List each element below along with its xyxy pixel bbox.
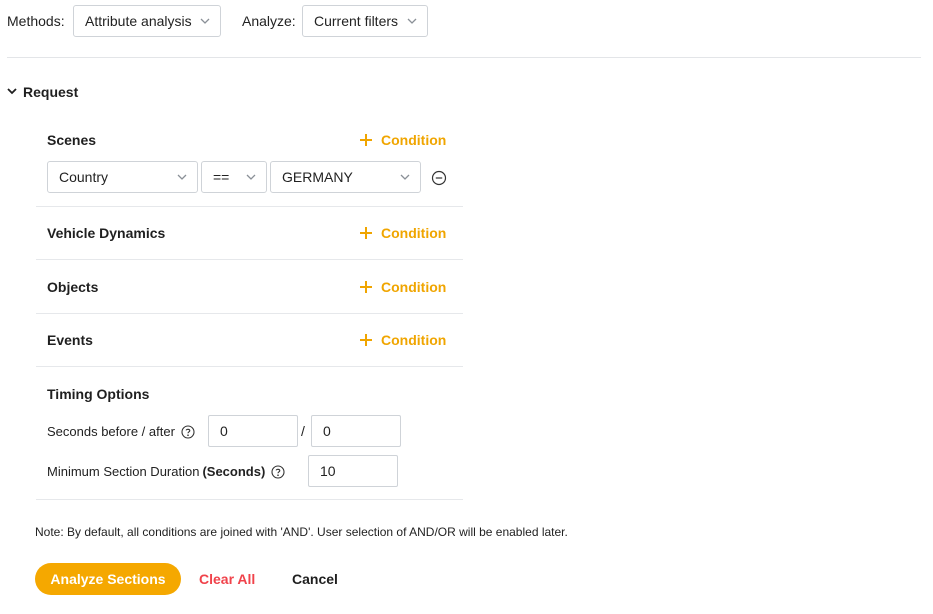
conditions-note: Note: By default, all conditions are joi…: [35, 525, 568, 539]
cancel-button[interactable]: Cancel: [292, 571, 338, 587]
condition-attribute-value: Country: [59, 169, 109, 185]
timing-options-title: Timing Options: [47, 386, 150, 402]
chevron-down-icon: [6, 84, 18, 100]
condition-operator-select[interactable]: ==: [201, 161, 267, 193]
chevron-down-icon: [245, 171, 257, 183]
help-circle-icon[interactable]: [271, 464, 285, 479]
plus-icon: [359, 133, 373, 147]
condition-value-value: GERMANY: [282, 169, 353, 185]
condition-attribute-select[interactable]: Country: [47, 161, 198, 193]
section-divider: [36, 313, 463, 314]
seconds-separator: /: [301, 423, 305, 439]
chevron-down-icon: [176, 171, 188, 183]
plus-icon: [359, 280, 373, 294]
clear-all-button[interactable]: Clear All: [199, 571, 255, 587]
analyze-select-value: Current filters: [314, 13, 399, 29]
methods-select[interactable]: Attribute analysis: [73, 5, 221, 37]
add-condition-label: Condition: [381, 132, 447, 148]
add-condition-label: Condition: [381, 225, 447, 241]
seconds-label-text: Seconds before / after: [47, 424, 175, 439]
section-divider: [36, 366, 463, 367]
min-duration-label: Minimum Section Duration (Seconds): [47, 464, 285, 479]
add-condition-vehicle-dynamics[interactable]: Condition: [359, 225, 446, 241]
seconds-before-input[interactable]: [208, 415, 298, 447]
request-toggle[interactable]: Request: [6, 82, 78, 102]
help-circle-icon[interactable]: [181, 424, 195, 439]
section-title-events: Events: [47, 332, 93, 348]
analyze-select[interactable]: Current filters: [302, 5, 428, 37]
seconds-after-input[interactable]: [311, 415, 401, 447]
add-condition-scenes[interactable]: Condition: [359, 132, 446, 148]
analyze-sections-button[interactable]: Analyze Sections: [35, 563, 181, 595]
seconds-before-after-label: Seconds before / after: [47, 424, 195, 439]
toolbar: Methods: Attribute analysis Analyze: Cur…: [0, 0, 933, 58]
add-condition-label: Condition: [381, 279, 447, 295]
min-duration-unit: (Seconds): [202, 464, 266, 479]
condition-value-select[interactable]: GERMANY: [270, 161, 421, 193]
request-title: Request: [23, 84, 79, 100]
section-divider: [36, 259, 463, 260]
methods-select-value: Attribute analysis: [85, 13, 192, 29]
min-duration-input[interactable]: [308, 455, 398, 487]
plus-icon: [359, 226, 373, 240]
add-condition-label: Condition: [381, 332, 447, 348]
add-condition-objects[interactable]: Condition: [359, 279, 446, 295]
toolbar-divider: [7, 57, 921, 58]
plus-icon: [359, 333, 373, 347]
remove-condition-button[interactable]: [431, 170, 447, 186]
min-duration-label-text: Minimum Section Duration: [47, 464, 200, 479]
section-divider: [36, 499, 463, 500]
section-title-objects: Objects: [47, 279, 99, 295]
chevron-down-icon: [199, 15, 211, 27]
chevron-down-icon: [399, 171, 411, 183]
chevron-down-icon: [406, 15, 418, 27]
section-title-scenes: Scenes: [47, 132, 97, 148]
minus-circle-icon: [431, 170, 447, 189]
add-condition-events[interactable]: Condition: [359, 332, 446, 348]
section-divider: [36, 206, 463, 207]
section-title-vehicle-dynamics: Vehicle Dynamics: [47, 225, 166, 241]
condition-operator-value: ==: [213, 169, 230, 185]
methods-label: Methods:: [7, 13, 65, 29]
analyze-label: Analyze:: [242, 13, 296, 29]
